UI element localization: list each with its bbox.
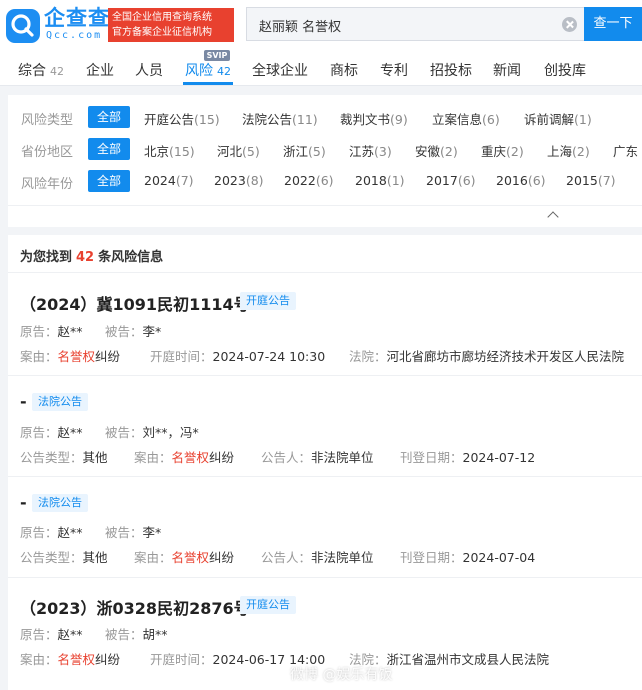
filter-option[interactable]: 裁判文书(9) [340, 109, 408, 128]
publish-date-field: 刊登日期：2024-07-04 [400, 550, 536, 565]
tab-enterprise[interactable]: 企业 [86, 60, 114, 80]
search-button[interactable]: 查一下 [584, 7, 642, 41]
case-type-tag: 开庭公告 [240, 292, 296, 310]
filter-label: 省份地区 [21, 145, 74, 160]
case-title[interactable]: （2023）浙0328民初2876号 [20, 595, 250, 619]
tab-bidding[interactable]: 招投标 [430, 60, 472, 80]
case-title[interactable]: - [20, 493, 27, 512]
filter-option[interactable]: 法院公告(11) [242, 109, 318, 128]
filter-option[interactable]: 2016(6) [496, 173, 546, 188]
defendant-field: 被告：胡** [105, 627, 168, 642]
filter-label: 风险年份 [21, 177, 74, 192]
filter-all-button[interactable]: 全部 [88, 138, 130, 160]
plaintiff-field: 原告：赵** [20, 324, 83, 339]
plaintiff-field: 原告：赵** [20, 627, 83, 642]
results-panel: 为您找到 42 条风险信息 （2024）冀1091民初1114号 开庭公告 原告：赵… [8, 235, 642, 690]
filter-option[interactable]: 2017(6) [426, 173, 476, 188]
filter-option[interactable]: 河北(5) [217, 141, 260, 160]
plaintiff-field: 原告：赵** [20, 425, 83, 440]
slogan-line: 全国企业信用查询系统 [112, 12, 212, 23]
filter-option[interactable]: 重庆(2) [481, 141, 524, 160]
tab-trademark[interactable]: 商标 [330, 60, 358, 80]
tab-venture-db[interactable]: 创投库 [544, 60, 586, 80]
filter-option[interactable]: 广东 [613, 141, 638, 160]
filter-all-button[interactable]: 全部 [88, 170, 130, 192]
tab-patent[interactable]: 专利 [380, 60, 408, 80]
case-title[interactable]: - [20, 392, 27, 411]
filter-row-region: 省份地区 全部 北京(15) 河北(5) 浙江(5) 江苏(3) 安徽(2) 重… [8, 138, 642, 160]
active-tab-indicator [183, 82, 233, 85]
cause-field: 案由：名誉权纠纷 [134, 550, 235, 565]
hearing-time-field: 开庭时间：2024-07-24 10:30 [150, 349, 326, 364]
category-tabs: 综合 42 企业 人员 风险 42 全球企业 商标 专利 招投标 新闻 创投库 [0, 50, 642, 86]
announcer-field: 公告人：非法院单位 [261, 450, 374, 465]
header: 企查查 Qcc.com 全国企业信用查询系统 官方备案企业征信机构 赵丽颖 名誉… [0, 0, 642, 50]
filter-row-year: 风险年份 全部 2024(7) 2023(8) 2022(6) 2018(1) … [8, 170, 642, 192]
filter-option[interactable]: 2022(6) [284, 173, 334, 188]
qcc-logo-icon[interactable] [6, 9, 40, 43]
slogan-line: 官方备案企业征信机构 [112, 27, 212, 38]
filter-option[interactable]: 安徽(2) [415, 141, 458, 160]
divider [8, 272, 642, 273]
filter-option[interactable]: 立案信息(6) [432, 109, 500, 128]
defendant-field: 被告：李* [105, 525, 162, 540]
tab-risk[interactable]: 风险 42 [185, 60, 231, 80]
result-summary: 为您找到 42 条风险信息 [20, 250, 164, 265]
announcement-type-field: 公告类型：其他 [20, 550, 108, 565]
filter-option[interactable]: 2024(7) [144, 173, 194, 188]
case-title[interactable]: （2024）冀1091民初1114号 [20, 291, 250, 315]
svip-badge: SVIP [204, 50, 230, 61]
plaintiff-field: 原告：赵** [20, 525, 83, 540]
tab-people[interactable]: 人员 [135, 60, 163, 80]
slogan-badge: 全国企业信用查询系统 官方备案企业征信机构 [108, 8, 234, 42]
logo-domain: Qcc.com [46, 30, 103, 41]
filter-option[interactable]: 2023(8) [214, 173, 264, 188]
cause-field: 案由：名誉权纠纷 [134, 450, 235, 465]
filter-label: 风险类型 [21, 113, 74, 128]
filter-option[interactable]: 江苏(3) [349, 141, 392, 160]
filter-panel: 风险类型 全部 开庭公告(15) 法院公告(11) 裁判文书(9) 立案信息(6… [8, 95, 642, 205]
search-input[interactable]: 赵丽颖 名誉权 [259, 16, 341, 35]
filter-option[interactable]: 诉前调解(1) [524, 109, 592, 128]
filter-row-risk-type: 风险类型 全部 开庭公告(15) 法院公告(11) 裁判文书(9) 立案信息(6… [8, 106, 642, 128]
filter-option[interactable]: 开庭公告(15) [144, 109, 220, 128]
case-type-tag: 法院公告 [32, 393, 88, 411]
case-type-tag: 开庭公告 [240, 596, 296, 614]
announcer-field: 公告人：非法院单位 [261, 550, 374, 565]
cause-field: 案由：名誉权纠纷 [20, 652, 121, 667]
filter-option[interactable]: 上海(2) [547, 141, 590, 160]
divider [8, 375, 642, 376]
clear-icon[interactable] [562, 17, 577, 32]
search-box[interactable]: 赵丽颖 名誉权 [246, 7, 586, 41]
tab-global-enterprise[interactable]: 全球企业 [252, 60, 308, 80]
divider [8, 577, 642, 578]
logo-text[interactable]: 企查查 [44, 7, 110, 29]
filter-option[interactable]: 浙江(5) [283, 141, 326, 160]
tab-news[interactable]: 新闻 [493, 60, 521, 80]
collapse-filters-bar[interactable] [8, 205, 642, 227]
divider [8, 476, 642, 477]
tab-comprehensive[interactable]: 综合 42 [18, 60, 64, 80]
filter-option[interactable]: 2018(1) [355, 173, 405, 188]
defendant-field: 被告：刘**，冯* [105, 425, 199, 440]
weibo-watermark: 微博 @娱乐有饭 [290, 667, 393, 683]
chevron-up-icon[interactable] [547, 211, 559, 223]
court-field: 法院：河北省廊坊市廊坊经济技术开发区人民法院 [349, 349, 625, 364]
cause-field: 案由：名誉权纠纷 [20, 349, 121, 364]
filter-option[interactable]: 北京(15) [144, 141, 195, 160]
case-type-tag: 法院公告 [32, 494, 88, 512]
filter-all-button[interactable]: 全部 [88, 106, 130, 128]
announcement-type-field: 公告类型：其他 [20, 450, 108, 465]
defendant-field: 被告：李* [105, 324, 162, 339]
publish-date-field: 刊登日期：2024-07-12 [400, 450, 536, 465]
filter-option[interactable]: 2015(7) [566, 173, 616, 188]
